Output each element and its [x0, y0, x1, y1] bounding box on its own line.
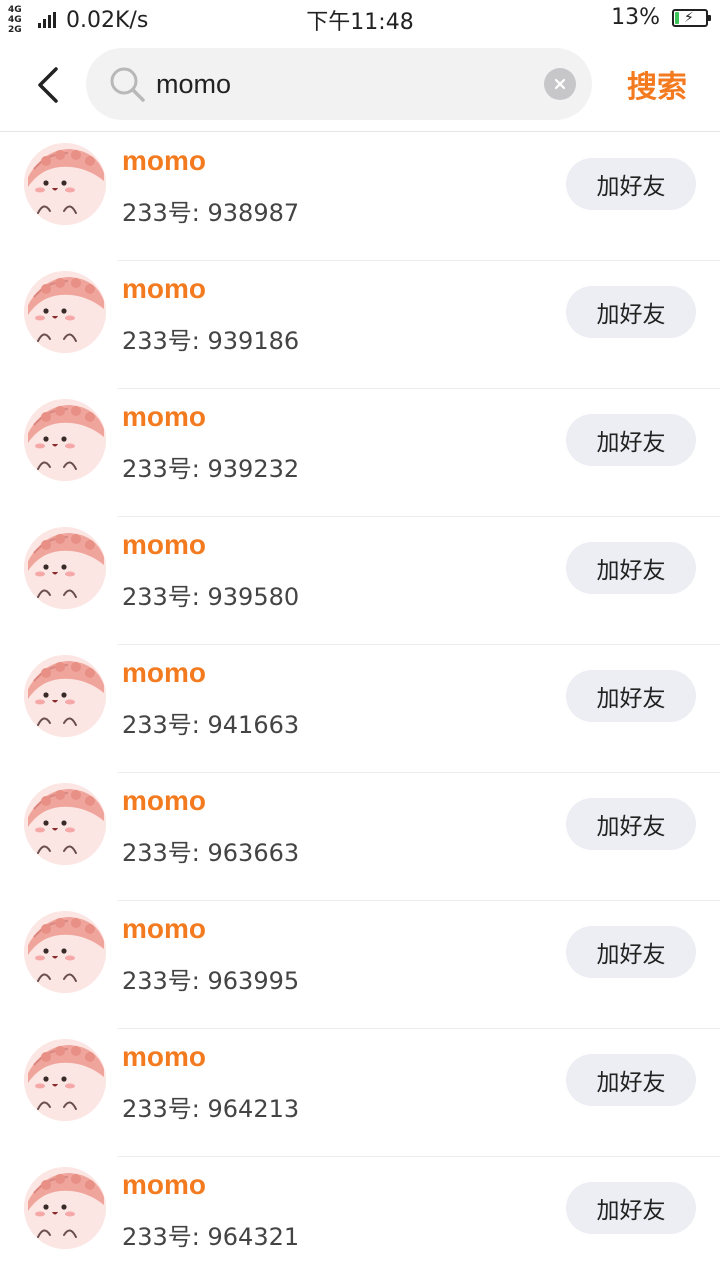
- list-item[interactable]: momo 233号: 964321 加好友: [0, 1157, 720, 1280]
- result-id: 233号: 939186: [122, 327, 300, 355]
- result-name: momo: [122, 785, 206, 816]
- status-bar: 4G 4G 2G 0.02K/s 下午11:48 13% ⚡: [0, 0, 720, 38]
- result-name: momo: [122, 145, 206, 176]
- avatar[interactable]: [24, 911, 106, 993]
- search-header: 搜索: [0, 38, 720, 132]
- add-friend-button[interactable]: 加好友: [566, 798, 696, 850]
- avatar[interactable]: [24, 1167, 106, 1249]
- result-id: 233号: 938987: [122, 199, 300, 227]
- battery-fill: [675, 11, 679, 24]
- avatar-image: [24, 911, 106, 993]
- avatar[interactable]: [24, 399, 106, 481]
- avatar[interactable]: [24, 783, 106, 865]
- list-item[interactable]: momo 233号: 941663 加好友: [0, 645, 720, 773]
- list-item[interactable]: momo 233号: 939232 加好友: [0, 389, 720, 517]
- result-id: 233号: 964321: [122, 1223, 300, 1251]
- add-friend-button[interactable]: 加好友: [566, 542, 696, 594]
- result-name: momo: [122, 1041, 206, 1072]
- add-friend-button[interactable]: 加好友: [566, 670, 696, 722]
- search-bar[interactable]: [86, 48, 592, 120]
- battery-icon: ⚡: [672, 8, 711, 27]
- clear-x-icon: [554, 78, 566, 90]
- list-item[interactable]: momo 233号: 938987 加好友: [0, 133, 720, 261]
- add-friend-button[interactable]: 加好友: [566, 926, 696, 978]
- avatar-image: [24, 143, 106, 225]
- add-friend-button[interactable]: 加好友: [566, 1054, 696, 1106]
- list-item[interactable]: momo 233号: 964213 加好友: [0, 1029, 720, 1157]
- result-name: momo: [122, 401, 206, 432]
- result-name: momo: [122, 1169, 206, 1200]
- magnifier-icon: [110, 67, 145, 102]
- list-item[interactable]: momo 233号: 963663 加好友: [0, 773, 720, 901]
- avatar[interactable]: [24, 527, 106, 609]
- add-friend-button[interactable]: 加好友: [566, 414, 696, 466]
- add-friend-button[interactable]: 加好友: [566, 1182, 696, 1234]
- chevron-left-icon: [38, 67, 58, 103]
- result-id: 233号: 939232: [122, 455, 300, 483]
- back-button[interactable]: [28, 60, 68, 110]
- list-item[interactable]: momo 233号: 963995 加好友: [0, 901, 720, 1029]
- result-name: momo: [122, 529, 206, 560]
- charging-icon: ⚡: [684, 9, 694, 26]
- result-name: momo: [122, 913, 206, 944]
- avatar-image: [24, 655, 106, 737]
- avatar[interactable]: [24, 655, 106, 737]
- status-right: 13% ⚡: [611, 5, 711, 30]
- list-item[interactable]: momo 233号: 939580 加好友: [0, 517, 720, 645]
- search-button[interactable]: 搜索: [612, 62, 702, 106]
- result-id: 233号: 963995: [122, 967, 300, 995]
- avatar[interactable]: [24, 1039, 106, 1121]
- result-id: 233号: 941663: [122, 711, 300, 739]
- avatar-image: [24, 527, 106, 609]
- add-friend-button[interactable]: 加好友: [566, 286, 696, 338]
- avatar-image: [24, 399, 106, 481]
- result-id: 233号: 939580: [122, 583, 300, 611]
- search-input[interactable]: [156, 60, 536, 108]
- list-item[interactable]: momo 233号: 939186 加好友: [0, 261, 720, 389]
- avatar-image: [24, 783, 106, 865]
- result-list: momo 233号: 938987 加好友 momo 233号: 939186: [0, 133, 720, 1280]
- avatar[interactable]: [24, 143, 106, 225]
- result-id: 233号: 963663: [122, 839, 300, 867]
- avatar[interactable]: [24, 271, 106, 353]
- clear-button[interactable]: [544, 68, 576, 100]
- avatar-image: [24, 1039, 106, 1121]
- add-friend-button[interactable]: 加好友: [566, 158, 696, 210]
- avatar-image: [24, 271, 106, 353]
- result-name: momo: [122, 273, 206, 304]
- avatar-image: [24, 1167, 106, 1249]
- battery-percent: 13%: [611, 5, 660, 30]
- result-name: momo: [122, 657, 206, 688]
- result-id: 233号: 964213: [122, 1095, 300, 1123]
